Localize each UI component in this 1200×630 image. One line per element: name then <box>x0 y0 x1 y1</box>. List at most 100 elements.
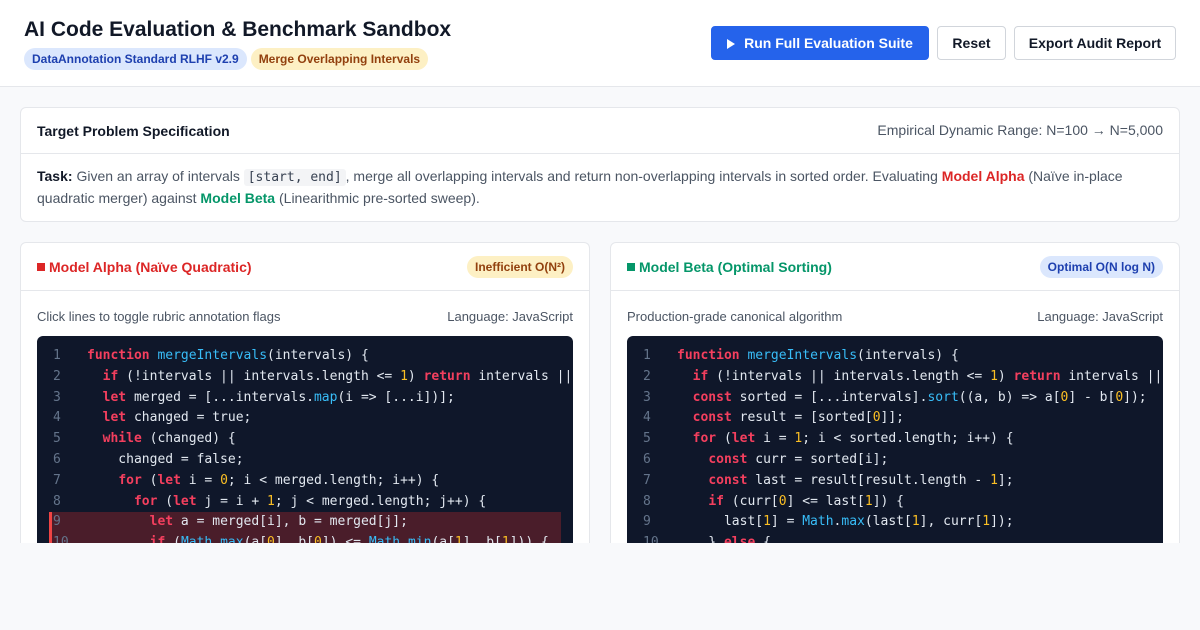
code-editor[interactable]: 1 function mergeIntervals(intervals) {2 i… <box>37 336 573 543</box>
model-alpha-title: Model Alpha (Naïve Quadratic) <box>37 259 252 275</box>
code-line: 2 if (!intervals || intervals.length <= … <box>627 367 1163 388</box>
code-token: ( <box>141 472 158 488</box>
line-number[interactable]: 8 <box>37 492 87 513</box>
language-label: Language: JavaScript <box>447 309 573 324</box>
code-token: i = <box>755 431 795 447</box>
square-icon <box>627 263 635 271</box>
range-end: N=5,000 <box>1109 122 1163 138</box>
code-token: ) <box>407 368 424 384</box>
code-token: 0 <box>267 535 275 543</box>
code-token: (i => [...i])]; <box>337 389 455 405</box>
problem-spec-title: Target Problem Specification <box>37 123 230 139</box>
line-number[interactable]: 2 <box>37 367 87 388</box>
code-token: last = result[result.length - <box>747 472 991 488</box>
code-token: j = i + <box>196 493 268 509</box>
code-token: 1 <box>990 472 998 488</box>
code-token: return <box>1013 368 1061 384</box>
code-token: sorted = [...intervals]. <box>731 389 928 405</box>
header-badges: DataAnnotation Standard RLHF v2.9 Merge … <box>24 48 429 70</box>
code-token: ; i < merged.length; i++) { <box>227 472 440 488</box>
code-token: sort <box>927 389 959 405</box>
task-description: Task: Given an array of intervals [start… <box>37 166 1157 209</box>
code-token: min <box>407 535 432 543</box>
code-token: changed = true; <box>126 410 252 426</box>
code-editor[interactable]: 1 function mergeIntervals(intervals) {2 i… <box>627 336 1163 543</box>
code-token: const <box>708 451 748 467</box>
code-line[interactable]: 10 if (Math.max(a[0], b[0]) <= Math.min(… <box>49 533 561 543</box>
code-token: last[ <box>677 514 764 530</box>
code-token: for <box>692 431 717 447</box>
run-evaluation-label: Run Full Evaluation Suite <box>744 35 913 51</box>
line-number[interactable]: 3 <box>37 388 87 409</box>
model-alpha-panel: Model Alpha (Naïve Quadratic) Inefficien… <box>20 242 590 543</box>
model-beta-header: Model Beta (Optimal Sorting) Optimal O(N… <box>611 243 1179 291</box>
line-number: 6 <box>643 451 651 467</box>
line-number[interactable]: 10 <box>49 533 87 543</box>
reset-button[interactable]: Reset <box>937 26 1006 60</box>
code-token: (last[ <box>864 514 912 530</box>
code-token: (!intervals || intervals.length <= <box>708 368 991 384</box>
code-token: 0 <box>872 410 881 426</box>
code-token: intervals || <box>470 368 573 384</box>
code-token: ( <box>157 493 174 509</box>
code-token: return <box>423 368 471 384</box>
complexity-badge: Inefficient O(N²) <box>467 256 573 278</box>
code-line[interactable]: 7 for (let i = 0; i < merged.length; i++… <box>37 471 573 492</box>
model-alpha-header: Model Alpha (Naïve Quadratic) Inefficien… <box>21 243 589 291</box>
code-token: if <box>149 535 166 543</box>
code-token: 1 <box>864 493 873 509</box>
code-token: 0 <box>778 493 787 509</box>
code-token: 0 <box>220 472 228 488</box>
line-number[interactable]: 6 <box>37 450 87 471</box>
code-token: a = merged[i], b = merged[j]; <box>173 514 408 530</box>
code-line[interactable]: 6 changed = false; <box>37 450 573 471</box>
line-number[interactable]: 9 <box>49 512 87 533</box>
code-line[interactable]: 3 let merged = [...intervals.map(i => [.… <box>37 388 573 409</box>
code-token: ]) { <box>872 493 905 509</box>
line-number[interactable]: 7 <box>37 471 87 492</box>
code-token: (intervals) { <box>267 348 369 363</box>
line-number[interactable]: 5 <box>37 429 87 450</box>
code-token: ]; <box>997 472 1014 488</box>
code-line[interactable]: 1 function mergeIntervals(intervals) { <box>37 346 573 367</box>
code-line[interactable]: 4 let changed = true; <box>37 408 573 429</box>
code-token: 0 <box>314 535 322 543</box>
run-evaluation-button[interactable]: Run Full Evaluation Suite <box>711 26 929 60</box>
code-token: ; j < merged.length; j++) { <box>274 493 487 509</box>
app-header: AI Code Evaluation & Benchmark Sandbox D… <box>0 0 1200 87</box>
standard-badge: DataAnnotation Standard RLHF v2.9 <box>24 48 247 70</box>
code-line: 1 function mergeIntervals(intervals) { <box>627 346 1163 367</box>
model-alpha-title-text: Model Alpha (Naïve Quadratic) <box>49 259 252 275</box>
code-token: ]); <box>1123 389 1147 405</box>
code-line[interactable]: 8 for (let j = i + 1; j < merged.length;… <box>37 492 573 513</box>
line-number: 5 <box>643 431 651 447</box>
model-beta-ref: Model Beta <box>200 190 276 206</box>
code-line[interactable]: 5 while (changed) { <box>37 429 573 450</box>
code-token: Math <box>368 535 401 543</box>
problem-spec-card: Target Problem Specification Empirical D… <box>20 107 1180 222</box>
model-beta-title-text: Model Beta (Optimal Sorting) <box>639 259 832 275</box>
model-beta-title: Model Beta (Optimal Sorting) <box>627 259 832 275</box>
code-token: 1 <box>267 493 275 509</box>
code-token: ]]; <box>880 410 904 426</box>
code-line[interactable]: 9 let a = merged[i], b = merged[j]; <box>49 512 561 534</box>
code-line: 6 const curr = sorted[i]; <box>627 450 1163 471</box>
code-token: 0 <box>1115 389 1124 405</box>
export-report-button[interactable]: Export Audit Report <box>1014 26 1176 60</box>
code-token: function <box>87 348 150 363</box>
line-number[interactable]: 4 <box>37 408 87 429</box>
page-title: AI Code Evaluation & Benchmark Sandbox <box>24 18 452 41</box>
complexity-badge: Optimal O(N log N) <box>1039 256 1163 278</box>
code-token: if <box>708 493 724 509</box>
line-number[interactable]: 1 <box>37 346 87 367</box>
code-line[interactable]: 2 if (!intervals || intervals.length <= … <box>37 367 573 388</box>
model-alpha-ref: Model Alpha <box>941 168 1025 184</box>
code-token: 1 <box>990 368 998 384</box>
code-token: const <box>708 472 748 488</box>
code-line: 9 last[1] = Math.max(last[1], curr[1]); <box>627 512 1163 533</box>
code-token: Math <box>802 514 834 530</box>
code-token: (a[ <box>243 535 268 543</box>
